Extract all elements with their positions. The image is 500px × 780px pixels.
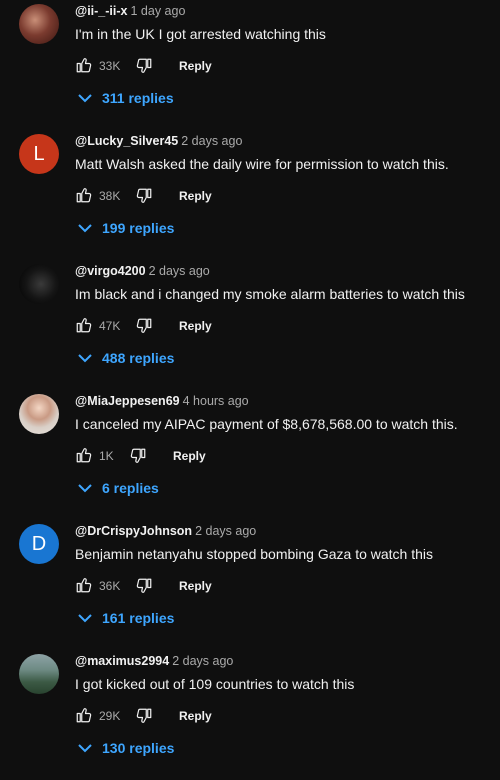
comment-text: Im black and i changed my smoke alarm ba… bbox=[75, 286, 465, 302]
comment-time[interactable]: 2 days ago bbox=[181, 134, 242, 148]
comment-actions: 29K Reply bbox=[75, 706, 495, 726]
comment-header: @ii-_-ii-x 1 day ago bbox=[75, 4, 185, 18]
comment-item: @MiaJeppesen69 4 hours ago I canceled my … bbox=[0, 390, 500, 520]
comment-author[interactable]: @virgo4200 bbox=[75, 264, 146, 278]
like-count: 36K bbox=[99, 579, 121, 593]
view-replies-button[interactable]: 311 replies bbox=[78, 88, 174, 108]
comment-author[interactable]: @DrCrispyJohnson bbox=[75, 524, 192, 538]
chevron-down-icon bbox=[78, 93, 92, 103]
thumbs-down-icon[interactable] bbox=[135, 317, 153, 335]
comment-item: D @DrCrispyJohnson 2 days ago Benjamin ne… bbox=[0, 520, 500, 650]
avatar[interactable] bbox=[19, 654, 59, 694]
replies-count: 130 replies bbox=[102, 740, 175, 756]
avatar[interactable] bbox=[19, 4, 59, 44]
like-count: 47K bbox=[99, 319, 121, 333]
thumbs-down-icon[interactable] bbox=[135, 187, 153, 205]
view-replies-button[interactable]: 161 replies bbox=[78, 608, 174, 628]
thumbs-down-icon[interactable] bbox=[135, 577, 153, 595]
comment-item: @virgo4200 2 days ago Im black and i chan… bbox=[0, 260, 500, 390]
thumbs-up-icon[interactable] bbox=[75, 56, 93, 74]
avatar[interactable] bbox=[19, 264, 59, 304]
comment-item: L @Lucky_Silver45 2 days ago Matt Walsh a… bbox=[0, 130, 500, 260]
comment-time[interactable]: 4 hours ago bbox=[183, 394, 249, 408]
replies-count: 488 replies bbox=[102, 350, 175, 366]
like-count: 29K bbox=[99, 709, 121, 723]
view-replies-button[interactable]: 6 replies bbox=[78, 478, 159, 498]
replies-count: 6 replies bbox=[102, 480, 159, 496]
reply-button[interactable]: Reply bbox=[179, 59, 212, 73]
comment-time[interactable]: 1 day ago bbox=[130, 4, 185, 18]
comment-text: Benjamin netanyahu stopped bombing Gaza … bbox=[75, 546, 434, 562]
view-replies-button[interactable]: 130 replies bbox=[78, 738, 174, 758]
thumbs-up-icon[interactable] bbox=[75, 316, 93, 334]
comment-actions: 38K Reply bbox=[75, 186, 495, 206]
comment-actions: 36K Reply bbox=[75, 576, 495, 596]
comment-text: Matt Walsh asked the daily wire for perm… bbox=[75, 156, 449, 172]
like-count: 33K bbox=[99, 59, 121, 73]
comment-item: @ii-_-ii-x 1 day ago I'm in the UK I got … bbox=[0, 0, 500, 130]
comment-author[interactable]: @Lucky_Silver45 bbox=[75, 134, 178, 148]
comment-time[interactable]: 2 days ago bbox=[195, 524, 256, 538]
comment-header: @DrCrispyJohnson 2 days ago bbox=[75, 524, 256, 538]
reply-button[interactable]: Reply bbox=[173, 449, 206, 463]
thumbs-up-icon[interactable] bbox=[75, 706, 93, 724]
comment-header: @Lucky_Silver45 2 days ago bbox=[75, 134, 242, 148]
comment-header: @maximus2994 2 days ago bbox=[75, 654, 233, 668]
comment-actions: 33K Reply bbox=[75, 56, 495, 76]
comment-author[interactable]: @ii-_-ii-x bbox=[75, 4, 127, 18]
chevron-down-icon bbox=[78, 483, 92, 493]
like-count: 38K bbox=[99, 189, 121, 203]
reply-button[interactable]: Reply bbox=[179, 189, 212, 203]
chevron-down-icon bbox=[78, 353, 92, 363]
avatar[interactable] bbox=[19, 394, 59, 434]
thumbs-down-icon[interactable] bbox=[135, 57, 153, 75]
avatar[interactable]: D bbox=[19, 524, 59, 564]
comment-item: @maximus2994 2 days ago I got kicked out … bbox=[0, 650, 500, 780]
thumbs-down-icon[interactable] bbox=[129, 447, 147, 465]
like-count: 1K bbox=[99, 449, 114, 463]
comment-header: @virgo4200 2 days ago bbox=[75, 264, 210, 278]
comment-text: I got kicked out of 109 countries to wat… bbox=[75, 676, 355, 692]
reply-button[interactable]: Reply bbox=[179, 319, 212, 333]
comment-text: I canceled my AIPAC payment of $8,678,56… bbox=[75, 416, 458, 432]
comment-actions: 1K Reply bbox=[75, 446, 495, 466]
comment-actions: 47K Reply bbox=[75, 316, 495, 336]
replies-count: 311 replies bbox=[102, 90, 174, 106]
replies-count: 161 replies bbox=[102, 610, 175, 626]
reply-button[interactable]: Reply bbox=[179, 579, 212, 593]
chevron-down-icon bbox=[78, 613, 92, 623]
chevron-down-icon bbox=[78, 743, 92, 753]
avatar[interactable]: L bbox=[19, 134, 59, 174]
replies-count: 199 replies bbox=[102, 220, 175, 236]
view-replies-button[interactable]: 199 replies bbox=[78, 218, 174, 238]
comment-time[interactable]: 2 days ago bbox=[149, 264, 210, 278]
view-replies-button[interactable]: 488 replies bbox=[78, 348, 174, 368]
comment-text: I'm in the UK I got arrested watching th… bbox=[75, 26, 326, 42]
thumbs-up-icon[interactable] bbox=[75, 576, 93, 594]
thumbs-down-icon[interactable] bbox=[135, 707, 153, 725]
comment-author[interactable]: @maximus2994 bbox=[75, 654, 169, 668]
comment-author[interactable]: @MiaJeppesen69 bbox=[75, 394, 180, 408]
comment-header: @MiaJeppesen69 4 hours ago bbox=[75, 394, 249, 408]
chevron-down-icon bbox=[78, 223, 92, 233]
comment-time[interactable]: 2 days ago bbox=[172, 654, 233, 668]
thumbs-up-icon[interactable] bbox=[75, 186, 93, 204]
reply-button[interactable]: Reply bbox=[179, 709, 212, 723]
thumbs-up-icon[interactable] bbox=[75, 446, 93, 464]
